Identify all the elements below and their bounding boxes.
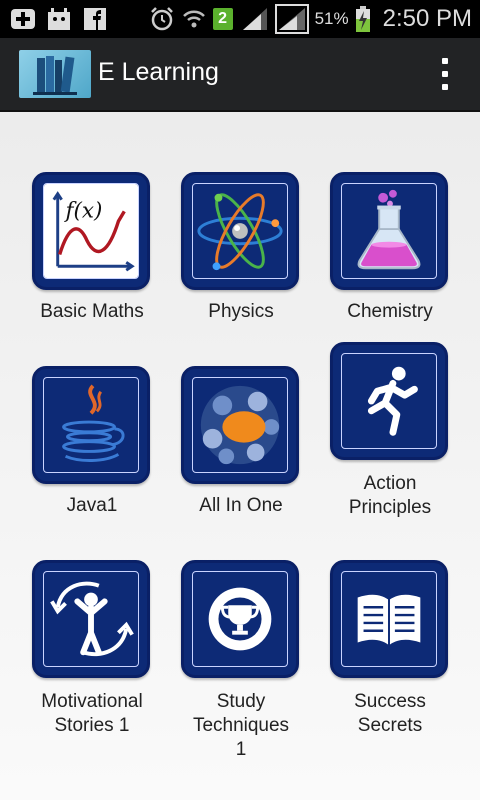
battery-percent: 51% (314, 9, 349, 28)
flask-icon (357, 189, 421, 270)
action-principles-button[interactable] (330, 342, 448, 460)
basic-maths-label: Basic Maths (40, 301, 144, 322)
clock: 2:50 PM (382, 5, 472, 32)
facebook-icon (84, 8, 106, 30)
subject-grid: f(x) Basic Maths Physics Chemistry Java1… (0, 112, 480, 800)
function-graph-icon: f(x) (44, 184, 138, 278)
study-techniques-button[interactable] (181, 560, 299, 678)
app-title: E Learning (98, 58, 219, 86)
all-in-one-label: All In One (199, 495, 283, 516)
status-bar-left (10, 6, 108, 32)
basic-maths-button[interactable]: f(x) (32, 172, 150, 290)
chemistry-button[interactable] (330, 172, 448, 290)
add-icon (11, 9, 35, 29)
running-person-icon (367, 366, 418, 436)
status-bar-right: 2 51% 2:50 PM (149, 4, 472, 34)
status-bar: 2 51% 2:50 PM (0, 0, 480, 38)
java1-label: Java1 (66, 495, 118, 516)
success-secrets-label: Success Secrets (354, 691, 426, 736)
java1-button[interactable] (32, 366, 150, 484)
cluster-icon (200, 385, 280, 465)
atom-icon (197, 193, 283, 271)
java-cup-icon (62, 384, 125, 462)
book-icon (357, 594, 421, 645)
action-bar: E Learning (0, 38, 480, 112)
android-notification-icon (48, 8, 70, 30)
books-icon[interactable] (19, 50, 91, 98)
signal-icon (274, 4, 309, 34)
success-secrets-button[interactable] (330, 560, 448, 678)
battery-charging-icon (355, 6, 370, 32)
signal-icon (242, 8, 267, 30)
motivation-person-icon (50, 581, 134, 657)
study-techniques-label: Study Techniques 1 (192, 691, 290, 760)
all-in-one-button[interactable] (181, 366, 299, 484)
motivational-stories-button[interactable] (32, 560, 150, 678)
svg-text:f(x): f(x) (64, 198, 103, 223)
alarm-icon (150, 7, 173, 31)
physics-button[interactable] (181, 172, 299, 290)
chemistry-label: Chemistry (347, 301, 433, 322)
wifi-icon (182, 10, 205, 28)
overflow-menu-icon[interactable] (440, 58, 450, 90)
motivational-stories-label: Motivational Stories 1 (41, 691, 143, 736)
trophy-icon (208, 587, 272, 651)
physics-label: Physics (208, 301, 274, 322)
action-principles-label: Action Principles (348, 473, 432, 518)
notification-count-badge: 2 (212, 8, 233, 30)
